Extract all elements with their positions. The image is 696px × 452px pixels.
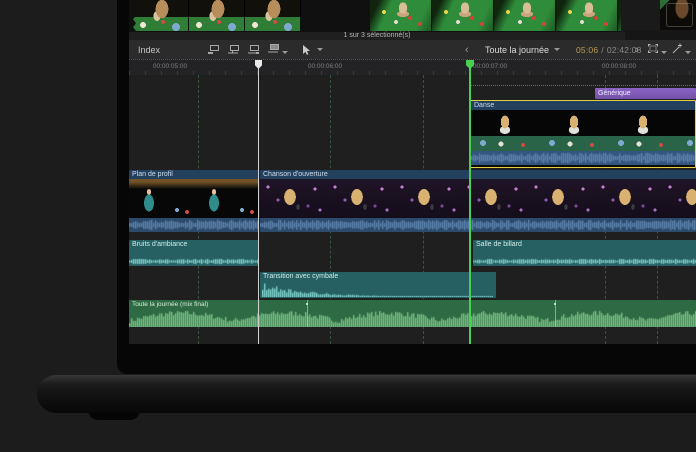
clip-danse-thumbnails — [471, 110, 695, 151]
browser-filmstrip-dog-clip[interactable] — [133, 0, 301, 31]
chevron-down-icon — [282, 51, 288, 54]
timeline-toolbar: Index ‹ Toute la journée 05:06 / 02:42:0… — [129, 40, 696, 59]
magic-wand-icon — [671, 43, 683, 54]
pointer-tool-icon — [301, 44, 312, 56]
audio-waveform — [260, 218, 696, 232]
pane-divider — [621, 0, 660, 32]
ruler-label: 00:00:05:00 — [134, 63, 206, 70]
timecode-current: 05:06 — [576, 45, 598, 55]
next-project-button[interactable]: › — [635, 40, 639, 59]
viewer-crop-overlay — [666, 3, 693, 27]
insert-clip-icon[interactable] — [227, 44, 240, 55]
page-background: 1 sur 3 sélectionné(s) Index ‹ Toute la … — [0, 0, 696, 452]
clip-chanson-thumbnails — [260, 179, 696, 218]
clip-bruits-ambiance[interactable]: Bruits d'ambiance — [129, 240, 259, 266]
timeline-ruler[interactable]: 00:00:05:00 00:00:06:00 00:00:07:00 00:0… — [129, 59, 696, 76]
audio-waveform — [473, 258, 696, 265]
clip-generique[interactable]: Générique — [595, 88, 696, 99]
viewer-preview[interactable] — [660, 0, 696, 30]
clip-chanson-audio — [260, 218, 696, 232]
timeline-area[interactable]: Générique Danse Plan de profil Chanson d… — [129, 75, 696, 344]
marker-dot — [306, 303, 308, 305]
clip-profil-audio — [129, 218, 259, 232]
overwrite-clip-button[interactable] — [267, 41, 288, 59]
marker-dot — [554, 303, 556, 305]
timecode-display: 05:06 / 02:42:08 — [576, 40, 642, 59]
browser-filmstrip-billiard-clip[interactable] — [370, 0, 621, 31]
clip-label: Toute la journée (mix final) — [129, 300, 696, 309]
crop-button[interactable] — [647, 41, 667, 59]
clip-danse-selected[interactable]: Danse — [470, 100, 696, 168]
timecode-separator: / — [601, 45, 604, 55]
connected-lane-guide — [470, 85, 696, 86]
clip-transition-cymbale[interactable]: Transition avec cymbale — [260, 272, 496, 298]
append-clip-icon[interactable] — [247, 44, 260, 55]
browser-selection-status: 1 sur 3 sélectionné(s) — [129, 32, 625, 40]
cymbal-waveform — [262, 282, 493, 297]
project-title-menu[interactable]: Toute la journée — [485, 40, 560, 59]
project-title: Toute la journée — [485, 45, 549, 55]
browser-strip — [129, 0, 696, 32]
viewer-tools-group — [647, 40, 691, 59]
final-cut-pro-window: 1 sur 3 sélectionné(s) Index ‹ Toute la … — [129, 0, 696, 344]
crop-icon — [647, 43, 659, 54]
chevron-down-icon — [317, 48, 323, 51]
chevron-down-icon — [554, 48, 560, 51]
connect-clip-icon[interactable] — [207, 44, 220, 55]
viewer-toolbar-spacer — [625, 30, 696, 40]
ruler-label: 00:00:08:00 — [583, 63, 655, 70]
skimmer-line — [258, 61, 259, 344]
music-waveform — [129, 310, 696, 327]
audio-waveform — [129, 258, 259, 265]
clip-plan-de-profil[interactable]: Plan de profil — [129, 170, 259, 232]
index-button[interactable]: Index — [138, 40, 160, 59]
overwrite-clip-icon — [267, 43, 280, 54]
clip-label: Danse — [471, 101, 695, 110]
clip-salle-de-billard[interactable]: Salle de billard — [473, 240, 696, 266]
edit-buttons-group — [207, 40, 288, 59]
clip-label: Salle de billard — [473, 240, 696, 249]
clip-label: Plan de profil — [129, 170, 259, 179]
audio-waveform — [129, 218, 259, 232]
clip-danse-audio — [471, 151, 695, 165]
clip-chanson-ouverture[interactable]: Chanson d'ouverture — [260, 170, 696, 232]
chevron-down-icon — [685, 51, 691, 54]
ruler-label: 00:00:07:00 — [454, 63, 526, 70]
enhancements-button[interactable] — [671, 41, 691, 59]
playhead-line[interactable] — [469, 61, 471, 344]
clip-label: Transition avec cymbale — [260, 272, 496, 281]
previous-project-button[interactable]: ‹ — [465, 40, 469, 59]
clip-label: Chanson d'ouverture — [260, 170, 696, 179]
clip-label: Bruits d'ambiance — [129, 240, 259, 249]
audio-waveform — [471, 151, 695, 165]
chevron-down-icon — [661, 51, 667, 54]
clip-mix-final[interactable]: Toute la journée (mix final) — [129, 300, 696, 327]
clip-profil-thumbnails — [129, 179, 259, 218]
ruler-label: 00:00:06:00 — [289, 63, 361, 70]
tool-select-button[interactable] — [301, 40, 323, 59]
macbook-base — [37, 375, 696, 413]
clip-label: Générique — [595, 88, 696, 99]
